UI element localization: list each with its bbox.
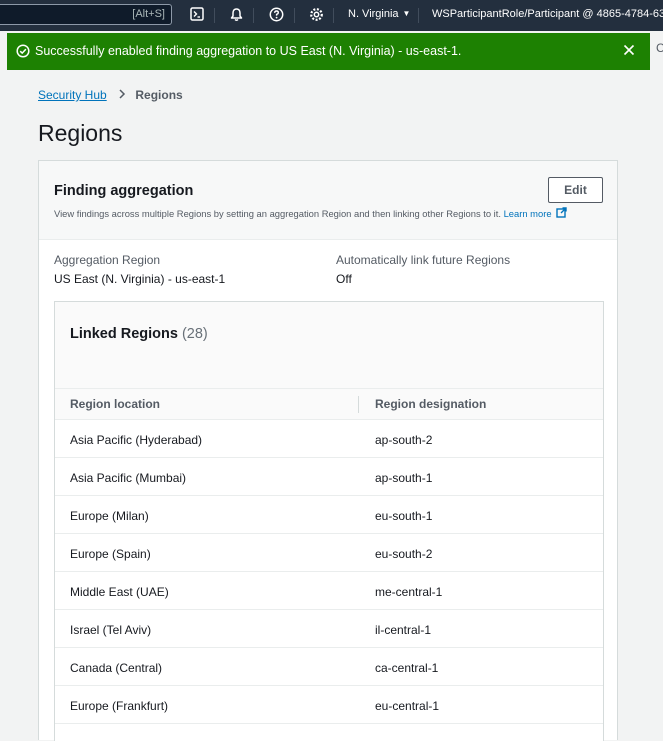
flash-message: Successfully enabled finding aggregation… bbox=[35, 44, 462, 58]
region-designation-cell: eu-south-1 bbox=[375, 509, 433, 523]
close-icon[interactable] bbox=[622, 43, 636, 60]
learn-more-label: Learn more bbox=[503, 208, 552, 219]
page-title: Regions bbox=[38, 120, 123, 146]
region-designation-cell: ca-central-1 bbox=[375, 661, 439, 675]
column-header-region-location[interactable]: Region location bbox=[70, 397, 160, 411]
panel-header: Finding aggregation View findings across… bbox=[39, 161, 617, 240]
region-designation-cell: ap-south-1 bbox=[375, 471, 433, 485]
region-designation-cell: il-central-1 bbox=[375, 623, 432, 637]
search-shortcut-hint: [Alt+S] bbox=[132, 8, 165, 20]
table-row: Asia Pacific (Mumbai) ap-south-1 bbox=[55, 458, 603, 496]
region-location-cell: Asia Pacific (Hyderabad) bbox=[70, 433, 203, 447]
table-row: Europe (Frankfurt) eu-central-1 bbox=[55, 686, 603, 724]
region-selector-label: N. Virginia bbox=[348, 8, 399, 20]
table-row: Israel (Tel Aviv) il-central-1 bbox=[55, 610, 603, 648]
cloudshell-icon[interactable] bbox=[189, 6, 205, 22]
aggregation-region-value: US East (N. Virginia) - us-east-1 bbox=[54, 272, 226, 286]
linked-regions-header: Linked Regions (28) bbox=[55, 302, 603, 388]
finding-aggregation-title: Finding aggregation bbox=[54, 183, 194, 199]
settings-gear-icon[interactable] bbox=[308, 6, 324, 22]
table-row: Canada (Central) ca-central-1 bbox=[55, 648, 603, 686]
edit-button[interactable]: Edit bbox=[548, 177, 603, 203]
top-navigation: [Alt+S] N. Virginia ▼ WSParticipantRole/P… bbox=[0, 0, 663, 31]
caret-down-icon: ▼ bbox=[402, 9, 411, 18]
region-location-cell: Europe (Frankfurt) bbox=[70, 699, 169, 713]
region-location-cell: Middle East (UAE) bbox=[70, 585, 169, 599]
external-link-icon bbox=[556, 207, 567, 218]
table-row: Asia Pacific (Hyderabad) ap-south-2 bbox=[55, 420, 603, 458]
breadcrumb-current: Regions bbox=[135, 88, 183, 102]
notifications-bell-icon[interactable] bbox=[228, 6, 244, 22]
breadcrumb-security-hub-link[interactable]: Security Hub bbox=[38, 88, 107, 102]
column-resize-handle[interactable] bbox=[358, 396, 359, 413]
region-location-cell: Europe (Milan) bbox=[70, 509, 149, 523]
aggregation-region-label: Aggregation Region bbox=[54, 253, 161, 267]
account-menu[interactable]: WSParticipantRole/Participant @ 4865-478… bbox=[432, 8, 663, 20]
breadcrumb: Security Hub Regions bbox=[38, 88, 183, 102]
help-icon[interactable] bbox=[268, 6, 284, 22]
linked-regions-table-container: Linked Regions (28) Region location Regio… bbox=[54, 301, 604, 741]
success-check-icon bbox=[16, 44, 30, 61]
description-text: View findings across multiple Regions by… bbox=[54, 208, 501, 219]
success-flash-banner: Successfully enabled finding aggregation… bbox=[7, 33, 650, 70]
region-location-cell: Canada (Central) bbox=[70, 661, 163, 675]
auto-link-value: Off bbox=[336, 272, 352, 286]
linked-regions-count: (28) bbox=[181, 326, 208, 342]
region-designation-cell: ap-south-2 bbox=[375, 433, 433, 447]
learn-more-link[interactable]: Learn more bbox=[503, 207, 568, 219]
finding-aggregation-panel: Finding aggregation View findings across… bbox=[38, 160, 618, 741]
clipped-side-text: C bbox=[656, 41, 663, 55]
table-header-row: Region location Region designation bbox=[55, 388, 603, 420]
auto-link-label: Automatically link future Regions bbox=[336, 253, 511, 267]
linked-regions-table: Region location Region designation Asia … bbox=[55, 388, 603, 724]
linked-regions-title-text: Linked Regions bbox=[70, 326, 178, 342]
region-designation-cell: eu-central-1 bbox=[375, 699, 440, 713]
chevron-right-icon bbox=[118, 88, 129, 102]
column-header-region-designation[interactable]: Region designation bbox=[375, 397, 486, 411]
linked-regions-title: Linked Regions (28) bbox=[70, 326, 208, 342]
region-selector[interactable]: N. Virginia ▼ bbox=[348, 8, 410, 20]
region-location-cell: Europe (Spain) bbox=[70, 547, 151, 561]
region-location-cell: Israel (Tel Aviv) bbox=[70, 623, 152, 637]
table-row: Middle East (UAE) me-central-1 bbox=[55, 572, 603, 610]
search-input[interactable]: [Alt+S] bbox=[0, 4, 172, 25]
region-designation-cell: eu-south-2 bbox=[375, 547, 433, 561]
table-row: Europe (Milan) eu-south-1 bbox=[55, 496, 603, 534]
region-location-cell: Asia Pacific (Mumbai) bbox=[70, 471, 187, 485]
finding-aggregation-description: View findings across multiple Regions by… bbox=[54, 207, 567, 219]
table-row: Europe (Spain) eu-south-2 bbox=[55, 534, 603, 572]
region-designation-cell: me-central-1 bbox=[375, 585, 443, 599]
